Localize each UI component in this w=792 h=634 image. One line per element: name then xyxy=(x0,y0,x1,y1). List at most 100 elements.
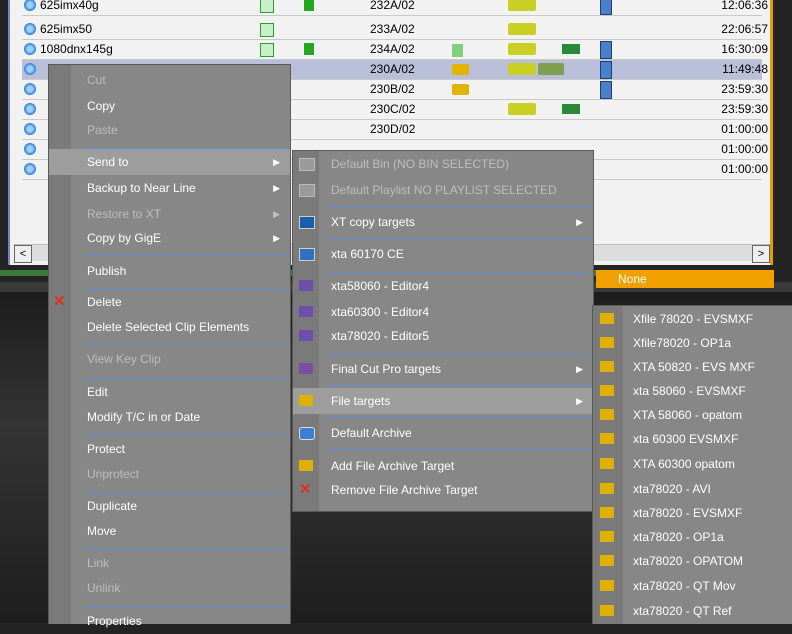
menu-separator xyxy=(85,254,286,255)
menu-item-file-target[interactable]: Xfile 78020 - EVSMXF xyxy=(593,306,792,332)
folder-icon xyxy=(600,580,614,591)
table-row[interactable]: 625imx40g 232A/02 12:06:36 xyxy=(22,0,768,16)
clip-status-icon xyxy=(260,43,274,57)
menu-item-file-target[interactable]: xta78020 - OP1a xyxy=(593,524,792,550)
menu-item-publish[interactable]: Publish xyxy=(49,258,290,284)
menu-item-unprotect[interactable]: Unprotect xyxy=(49,461,290,487)
clip-id: 234A/02 xyxy=(370,42,415,56)
device-icon xyxy=(600,0,612,15)
menu-item-xta60300-editor4[interactable]: xta60300 - Editor4 xyxy=(293,299,593,325)
menu-item-backup-near-line[interactable]: Backup to Near Line ▶ xyxy=(49,175,290,201)
playlist-icon xyxy=(299,184,315,197)
menu-item-delete-clip-elements[interactable]: Delete Selected Clip Elements xyxy=(49,314,290,340)
clip-time: 22:06:57 xyxy=(721,22,768,36)
scroll-right-button[interactable]: > xyxy=(752,245,770,263)
menu-item-edit[interactable]: Edit xyxy=(49,379,290,405)
menu-item-file-target[interactable]: xta78020 - QT Mov xyxy=(593,573,792,599)
table-row[interactable]: 625imx50 233A/02 22:06:57 xyxy=(22,20,768,40)
folder-icon xyxy=(600,483,614,494)
file-targets-submenu: Xfile 78020 - EVSMXF Xfile78020 - OP1a X… xyxy=(592,305,792,624)
folder-icon xyxy=(600,313,614,324)
clip-status-icon xyxy=(260,0,274,13)
clip-time: 11:49:48 xyxy=(722,62,768,76)
play-icon[interactable] xyxy=(24,123,36,135)
submenu-arrow-icon: ▶ xyxy=(576,217,583,227)
device-icon xyxy=(600,41,612,59)
menu-item-file-target[interactable]: XTA 50820 - EVS MXF xyxy=(593,354,792,380)
document-icon xyxy=(304,0,314,11)
menu-item-paste[interactable]: Paste xyxy=(49,117,290,143)
menu-item-xta-60170-ce[interactable]: xta 60170 CE xyxy=(293,241,593,267)
play-icon[interactable] xyxy=(24,143,36,155)
menu-item-file-target[interactable]: xta 60300 EVSMXF xyxy=(593,426,792,452)
menu-item-xt-copy-targets[interactable]: XT copy targets ▶ xyxy=(293,209,593,235)
menu-separator xyxy=(329,206,589,207)
folder-icon xyxy=(600,605,614,616)
table-row[interactable]: 1080dnx145g 234A/02 16:30:09 xyxy=(22,40,768,60)
ce-icon xyxy=(299,248,315,261)
clip-name: 625imx40g xyxy=(40,0,99,12)
play-icon[interactable] xyxy=(24,63,36,75)
clip-id: 233A/02 xyxy=(370,22,415,36)
send-to-submenu: Default Bin (NO BIN SELECTED) Default Pl… xyxy=(292,150,594,512)
delete-x-icon: ✕ xyxy=(53,293,66,310)
avid-icon xyxy=(299,306,313,317)
clip-time: 01:00:00 xyxy=(721,162,768,176)
menu-item-view-key-clip[interactable]: View Key Clip xyxy=(49,346,290,372)
menu-item-file-target[interactable]: XTA 60300 opatom xyxy=(593,451,792,477)
menu-item-file-target[interactable]: xta78020 - OPATOM xyxy=(593,548,792,574)
play-icon[interactable] xyxy=(24,23,36,35)
play-icon[interactable] xyxy=(24,163,36,175)
menu-item-file-target[interactable]: xta78020 - EVSMXF xyxy=(593,500,792,526)
folder-icon xyxy=(452,84,469,95)
avid-icon xyxy=(508,23,536,35)
menu-item-unlink[interactable]: Unlink xyxy=(49,575,290,601)
play-icon[interactable] xyxy=(24,43,36,55)
play-icon[interactable] xyxy=(24,0,36,11)
clip-id: 230C/02 xyxy=(370,102,416,116)
clip-time: 01:00:00 xyxy=(721,122,768,136)
menu-item-default-archive[interactable]: Default Archive xyxy=(293,420,593,446)
menu-item-remove-file-archive-target[interactable]: ✕ Remove File Archive Target xyxy=(293,477,593,503)
play-icon[interactable] xyxy=(24,83,36,95)
clip-status-icon xyxy=(260,23,274,37)
document-icon xyxy=(304,43,314,55)
menu-item-copy[interactable]: Copy xyxy=(49,93,290,119)
menu-item-delete[interactable]: ✕ Delete xyxy=(49,289,290,315)
menu-item-file-target[interactable]: xta78020 - QT Ref xyxy=(593,598,792,624)
fcp-icon xyxy=(538,63,564,75)
menu-item-xta58060-editor4[interactable]: xta58060 - Editor4 xyxy=(293,273,593,299)
menu-item-file-target[interactable]: xta78020 - AVI xyxy=(593,476,792,502)
play-icon[interactable] xyxy=(24,103,36,115)
folder-icon xyxy=(452,64,469,75)
menu-item-file-target[interactable]: xta 58060 - EVSMXF xyxy=(593,378,792,404)
clip-time: 01:00:00 xyxy=(721,142,768,156)
menu-item-file-targets[interactable]: File targets ▶ xyxy=(293,388,593,414)
menu-item-protect[interactable]: Protect xyxy=(49,436,290,462)
menu-item-modify-tc[interactable]: Modify T/C in or Date xyxy=(49,404,290,430)
clip-id: 232A/02 xyxy=(370,0,415,12)
clip-time: 23:59:30 xyxy=(721,82,768,96)
menu-item-file-target[interactable]: Xfile78020 - OP1a xyxy=(593,330,792,356)
archive-icon xyxy=(299,427,315,440)
menu-item-send-to[interactable]: Send to ▶ xyxy=(49,149,290,175)
menu-item-default-bin[interactable]: Default Bin (NO BIN SELECTED) xyxy=(293,151,593,177)
menu-item-copy-by-gige[interactable]: Copy by GigE ▶ xyxy=(49,225,290,251)
scroll-left-button[interactable]: < xyxy=(14,245,32,263)
submenu-arrow-icon: ▶ xyxy=(273,209,280,219)
menu-item-properties[interactable]: Properties xyxy=(49,608,290,634)
menu-item-default-playlist[interactable]: Default Playlist NO PLAYLIST SELECTED xyxy=(293,177,593,203)
menu-item-link[interactable]: Link xyxy=(49,550,290,576)
card-icon xyxy=(562,44,580,54)
menu-item-xta78020-editor5[interactable]: xta78020 - Editor5 xyxy=(293,323,593,349)
menu-item-file-target[interactable]: XTA 58060 - opatom xyxy=(593,402,792,428)
menu-item-move[interactable]: Move xyxy=(49,518,290,544)
menu-item-final-cut-pro-targets[interactable]: Final Cut Pro targets ▶ xyxy=(293,356,593,382)
folder-icon xyxy=(600,507,614,518)
menu-item-add-file-archive-target[interactable]: Add File Archive Target xyxy=(293,453,593,479)
folder-icon xyxy=(600,433,614,444)
menu-item-restore-to-xt[interactable]: Restore to XT ▶ xyxy=(49,201,290,227)
menu-item-cut[interactable]: Cut xyxy=(49,67,290,93)
trash-icon xyxy=(452,44,463,57)
menu-item-duplicate[interactable]: Duplicate xyxy=(49,493,290,519)
